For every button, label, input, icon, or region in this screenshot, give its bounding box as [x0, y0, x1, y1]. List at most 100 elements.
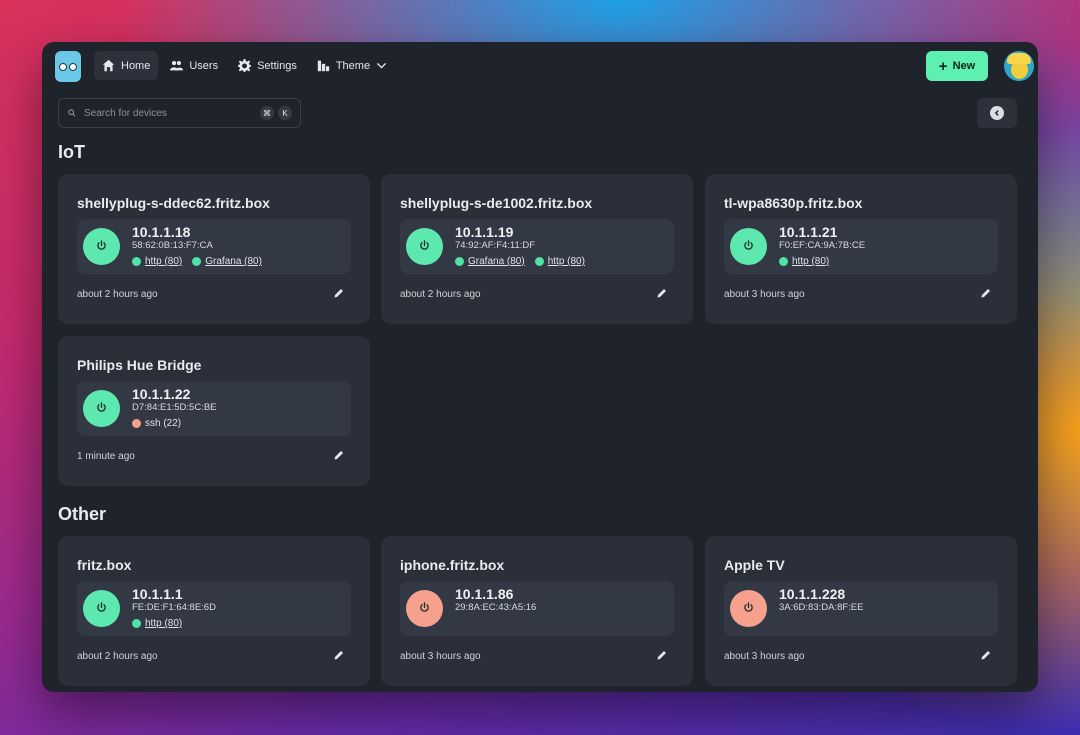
- search-input[interactable]: [82, 106, 260, 120]
- plus-icon: +: [938, 57, 948, 75]
- device-mac: D7:84:E1:5D:5C:BE: [132, 402, 217, 413]
- new-button-label: New: [952, 60, 976, 72]
- avatar[interactable]: [1004, 51, 1034, 81]
- service-label: http (80): [145, 618, 183, 629]
- section-title: Other: [58, 504, 107, 524]
- device-card[interactable]: shellyplug-s-ddec62.fritz.box 10.1.1.18 58…: [58, 174, 370, 324]
- device-ip: 10.1.1.1: [132, 586, 183, 602]
- service-status-dot: [132, 257, 141, 266]
- last-seen: about 3 hours ago: [724, 651, 805, 662]
- last-seen: about 3 hours ago: [724, 289, 805, 300]
- shortcut-cmd-key: ⌘: [260, 106, 274, 120]
- power-icon: [419, 600, 430, 618]
- device-ip: 10.1.1.22: [132, 386, 191, 402]
- service-label: http (80): [547, 256, 585, 267]
- device-ip: 10.1.1.86: [455, 586, 514, 602]
- power-button[interactable]: [730, 590, 767, 627]
- service-link[interactable]: http (80): [132, 618, 182, 629]
- nav-users-label: Users: [189, 59, 219, 72]
- service-status-dot: [779, 257, 788, 266]
- section-title: IoT: [58, 142, 85, 162]
- pencil-icon[interactable]: [333, 649, 345, 661]
- pencil-icon[interactable]: [333, 287, 345, 299]
- device-card[interactable]: Philips Hue Bridge 10.1.1.22 D7:84:E1:5D:5…: [58, 336, 370, 486]
- last-seen: about 3 hours ago: [400, 651, 481, 662]
- device-mac: 58:62:0B:13:F7:CA: [132, 240, 213, 251]
- power-button[interactable]: [406, 590, 443, 627]
- palette-icon: [317, 60, 330, 72]
- service-label: http (80): [145, 256, 183, 267]
- nav-theme-label: Theme: [335, 59, 371, 72]
- service-link[interactable]: http (80): [534, 256, 585, 267]
- device-ip: 10.1.1.18: [132, 224, 191, 240]
- search-icon: [68, 109, 76, 117]
- power-icon: [96, 600, 107, 618]
- device-name: shellyplug-s-ddec62.fritz.box: [77, 195, 270, 211]
- device-card[interactable]: shellyplug-s-de1002.fritz.box 10.1.1.19 74…: [381, 174, 693, 324]
- nav-home[interactable]: Home: [94, 51, 159, 80]
- device-card[interactable]: iphone.fritz.box 10.1.1.86 29:8A:EC:43:A5:…: [381, 536, 693, 686]
- power-button[interactable]: [83, 390, 120, 427]
- service-label: http (80): [792, 256, 830, 267]
- device-ip: 10.1.1.19: [455, 224, 514, 240]
- nav-users[interactable]: Users: [162, 51, 226, 80]
- device-card[interactable]: fritz.box 10.1.1.1 FE:DE:F1:64:8E:6D http (…: [58, 536, 370, 686]
- power-button[interactable]: [83, 228, 120, 265]
- chevron-left-icon: [990, 106, 1004, 120]
- service-status-dot: [455, 257, 464, 266]
- device-info-panel: 10.1.1.86 29:8A:EC:43:A5:16: [400, 581, 674, 636]
- app-window: Home Users Settings Theme + New Search f…: [42, 42, 1038, 692]
- service-link[interactable]: Grafana (80): [455, 256, 525, 267]
- service-link[interactable]: http (80): [132, 256, 182, 267]
- nav-home-label: Home: [121, 59, 151, 72]
- device-info-panel: 10.1.1.1 FE:DE:F1:64:8E:6D http (80): [77, 581, 351, 636]
- pencil-icon[interactable]: [980, 287, 992, 299]
- service-list: ssh (22): [132, 418, 181, 429]
- nav-settings[interactable]: Settings: [230, 51, 305, 80]
- device-name: shellyplug-s-de1002.fritz.box: [400, 195, 593, 211]
- device-name: Philips Hue Bridge: [77, 357, 202, 373]
- device-info-panel: 10.1.1.21 F0:EF:CA:9A:7B:CE http (80): [724, 219, 998, 274]
- service-status-dot: [132, 419, 141, 428]
- device-mac: 3A:6D:83:DA:8F:EE: [779, 602, 864, 613]
- pencil-icon[interactable]: [980, 649, 992, 661]
- device-info-panel: 10.1.1.22 D7:84:E1:5D:5C:BE ssh (22): [77, 381, 351, 436]
- nav-theme[interactable]: Theme: [309, 51, 395, 80]
- power-icon: [419, 238, 430, 256]
- device-name: Apple TV: [724, 557, 785, 573]
- main-nav: Home Users Settings Theme: [94, 51, 395, 80]
- last-seen: about 2 hours ago: [400, 289, 481, 300]
- device-name: iphone.fritz.box: [400, 557, 505, 573]
- collapse-sidebar-button[interactable]: [977, 98, 1017, 128]
- device-card[interactable]: Apple TV 10.1.1.228 3A:6D:83:DA:8F:EE about…: [705, 536, 1017, 686]
- device-name: tl-wpa8630p.fritz.box: [724, 195, 863, 211]
- power-button[interactable]: [730, 228, 767, 265]
- last-seen: 1 minute ago: [77, 451, 135, 462]
- service-list: http (80): [132, 618, 182, 629]
- home-icon: [102, 59, 115, 72]
- power-button[interactable]: [83, 590, 120, 627]
- service-label: Grafana (80): [205, 256, 262, 267]
- pencil-icon[interactable]: [333, 449, 345, 461]
- device-card[interactable]: tl-wpa8630p.fritz.box 10.1.1.21 F0:EF:CA:9…: [705, 174, 1017, 324]
- service-link[interactable]: http (80): [779, 256, 829, 267]
- last-seen: about 2 hours ago: [77, 289, 158, 300]
- power-icon: [743, 238, 754, 256]
- top-nav-bar: Home Users Settings Theme + New: [42, 42, 1038, 92]
- service-status-dot: [192, 257, 202, 266]
- device-name: fritz.box: [77, 557, 132, 573]
- pencil-icon[interactable]: [656, 287, 668, 299]
- device-info-panel: 10.1.1.18 58:62:0B:13:F7:CA http (80) Grafa…: [77, 219, 351, 274]
- device-ip: 10.1.1.228: [779, 586, 846, 602]
- shortcut-k-key: K: [278, 106, 292, 120]
- power-icon: [96, 238, 107, 256]
- app-logo[interactable]: [55, 51, 81, 82]
- device-mac: FE:DE:F1:64:8E:6D: [132, 602, 216, 613]
- power-button[interactable]: [406, 228, 443, 265]
- nav-settings-label: Settings: [257, 59, 297, 72]
- search-box: ⌘ K: [58, 98, 301, 128]
- service-link[interactable]: Grafana (80): [192, 256, 262, 267]
- new-device-button[interactable]: + New: [926, 51, 988, 81]
- service-link[interactable]: ssh (22): [132, 418, 181, 429]
- pencil-icon[interactable]: [656, 649, 668, 661]
